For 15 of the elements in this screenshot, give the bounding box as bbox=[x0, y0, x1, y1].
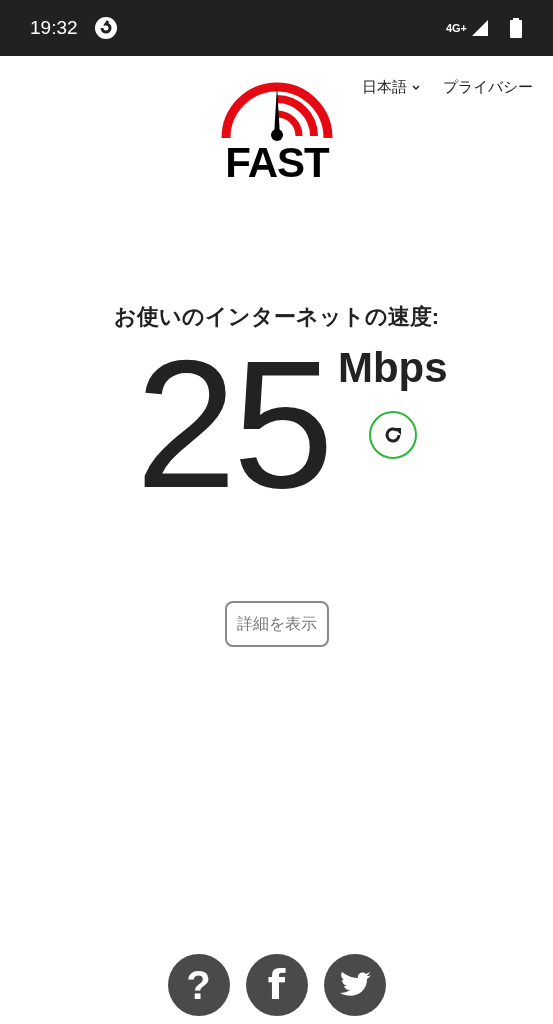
signal-icon bbox=[471, 19, 489, 37]
privacy-link[interactable]: プライバシー bbox=[443, 76, 533, 99]
facebook-button[interactable]: f bbox=[245, 954, 308, 1016]
speedometer-icon bbox=[221, 80, 333, 142]
speed-label: お使いのインターネットの速度: bbox=[113, 303, 440, 331]
status-time: 19:32 bbox=[30, 15, 78, 40]
help-button[interactable]: ? bbox=[167, 954, 230, 1016]
show-details-button[interactable]: 詳細を表示 bbox=[224, 601, 329, 647]
reload-button[interactable] bbox=[368, 411, 417, 459]
logo-text: FAST bbox=[225, 142, 329, 184]
speed-unit: Mbps bbox=[337, 347, 448, 389]
network-type: 4G+ bbox=[445, 20, 467, 36]
language-menu[interactable]: 日本語 bbox=[361, 76, 421, 99]
battery-icon bbox=[509, 18, 523, 38]
speed-value: 25 bbox=[135, 333, 330, 515]
